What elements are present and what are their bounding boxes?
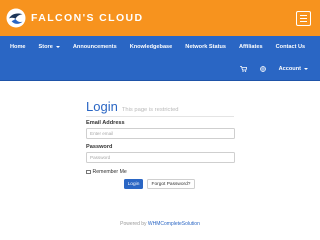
nav-item-home[interactable]: Home: [10, 44, 26, 50]
footer-link[interactable]: WHMCompleteSolution: [148, 221, 200, 227]
nav-utility: Account: [239, 58, 320, 80]
login-panel: Login This page is restricted Email Addr…: [0, 82, 320, 240]
nav-item-label: Knowledgebase: [129, 44, 173, 50]
nav-item-label: Contact Us: [275, 44, 306, 50]
top-header: FALCON'S CLOUD: [0, 0, 320, 36]
nav-item-label: Affiliates: [239, 44, 263, 50]
nav-item-contact-us[interactable]: Contact Us: [276, 44, 306, 50]
page-subtitle: This page is restricted: [121, 107, 179, 113]
login-button[interactable]: Login: [124, 179, 143, 189]
nav-item-store[interactable]: Store: [39, 44, 60, 50]
chevron-down-icon: [55, 46, 60, 48]
nav-item-label: Announcements: [72, 44, 117, 50]
hamburger-menu-icon[interactable]: [296, 11, 311, 26]
brand-name[interactable]: FALCON'S CLOUD: [31, 12, 144, 24]
globe-icon[interactable]: [259, 66, 266, 72]
chevron-down-icon: [304, 68, 308, 70]
cart-icon[interactable]: [239, 66, 247, 72]
password-field[interactable]: [86, 152, 235, 163]
password-label: Password: [86, 144, 113, 150]
remember-me[interactable]: Remember Me: [86, 169, 127, 175]
nav-item-label: Network Status: [185, 44, 226, 50]
nav-item-label: Store: [38, 44, 53, 50]
forgot-password-button[interactable]: Forgot Password?: [147, 179, 195, 189]
nav-item-network-status[interactable]: Network Status: [185, 44, 226, 50]
nav-item-announcements[interactable]: Announcements: [73, 44, 117, 50]
email-label: Email Address: [86, 120, 125, 126]
brand-logo[interactable]: FALCON'S CLOUD: [6, 8, 144, 28]
page-title: Login: [86, 99, 118, 114]
nav-item-knowledgebase[interactable]: Knowledgebase: [130, 44, 173, 50]
nav-item-affiliates[interactable]: Affiliates: [239, 44, 263, 50]
remember-me-checkbox[interactable]: [86, 169, 91, 175]
footer: Powered by WHMCompleteSolution: [0, 221, 320, 227]
login-heading: Login This page is restricted: [86, 99, 179, 114]
account-menu[interactable]: Account: [279, 66, 308, 72]
remember-me-label: Remember Me: [92, 169, 127, 175]
email-field[interactable]: [86, 128, 235, 139]
nav-links: Home Store Announcements Knowledgebase N…: [0, 36, 320, 58]
falcon-logo-icon: [6, 8, 26, 28]
footer-text: Powered by: [120, 221, 148, 227]
main-navbar: Home Store Announcements Knowledgebase N…: [0, 36, 320, 81]
nav-item-label: Home: [10, 44, 26, 50]
divider: [86, 116, 234, 117]
account-label: Account: [278, 66, 301, 72]
